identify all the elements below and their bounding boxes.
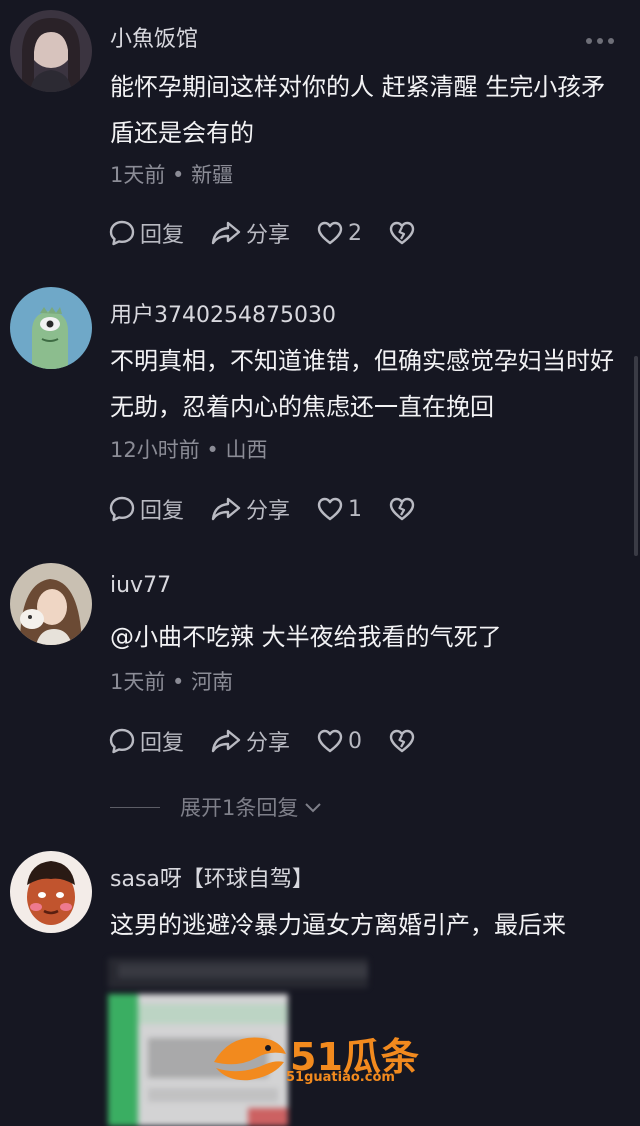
reply-label: 回复 bbox=[140, 223, 185, 248]
avatar[interactable] bbox=[10, 851, 92, 933]
comment-meta: 1天前 • 河南 bbox=[110, 670, 234, 694]
share-button[interactable]: 分享 bbox=[210, 725, 290, 757]
comment-text: 能怀孕期间这样对你的人 赶紧清醒 生完小孩矛盾还是会有的 bbox=[110, 73, 606, 147]
reply-button[interactable]: 回复 bbox=[108, 217, 184, 249]
divider bbox=[110, 806, 160, 808]
scrollbar[interactable] bbox=[634, 356, 638, 556]
avatar[interactable] bbox=[10, 287, 92, 369]
broken-heart-icon bbox=[389, 221, 415, 245]
comment-username[interactable]: iuv77 bbox=[110, 573, 171, 598]
comment-bubble-icon bbox=[109, 220, 135, 246]
comment-text: 这男的逃避冷暴力逼女方离婚引产，最后来 bbox=[110, 911, 566, 939]
expand-replies-label: 展开1条回复 bbox=[180, 796, 299, 820]
broken-heart-icon bbox=[389, 497, 415, 521]
comment-text: @小曲不吃辣 大半夜给我看的气死了 bbox=[110, 623, 502, 651]
share-label: 分享 bbox=[246, 499, 291, 524]
like-button[interactable]: 1 bbox=[316, 495, 362, 523]
like-count: 1 bbox=[348, 496, 363, 522]
comment-meta: 12小时前 • 山西 bbox=[110, 438, 268, 462]
like-count: 2 bbox=[348, 220, 363, 246]
comment-text: 不明真相，不知道谁错，但确实感觉孕妇当时好无助，忍着内心的焦虑还一直在挽回 bbox=[110, 347, 614, 421]
comment-username[interactable]: 用户3740254875030 bbox=[110, 297, 336, 329]
share-label: 分享 bbox=[246, 731, 291, 756]
chevron-down-icon bbox=[305, 803, 322, 813]
share-button[interactable]: 分享 bbox=[210, 493, 290, 525]
reply-label: 回复 bbox=[140, 731, 185, 756]
avatar[interactable] bbox=[10, 563, 92, 645]
heart-icon bbox=[317, 221, 343, 245]
fish-logo-icon bbox=[214, 1037, 286, 1081]
comment-actions: 回复 分享 0 bbox=[108, 724, 442, 758]
reply-button[interactable]: 回复 bbox=[108, 725, 184, 757]
share-button[interactable]: 分享 bbox=[210, 217, 290, 249]
watermark-logo: 51瓜条 51guatiao.com bbox=[210, 1024, 440, 1088]
comment-bubble-icon bbox=[109, 496, 135, 522]
like-button[interactable]: 0 bbox=[316, 727, 362, 755]
expand-replies-button[interactable]: 展开1条回复 bbox=[110, 792, 324, 822]
heart-icon bbox=[317, 497, 343, 521]
comment-actions: 回复 分享 1 bbox=[108, 492, 442, 526]
comment-meta: 1天前 • 新疆 bbox=[110, 163, 234, 187]
share-arrow-icon bbox=[211, 221, 241, 245]
dislike-button[interactable] bbox=[388, 219, 416, 247]
more-options-icon[interactable] bbox=[586, 38, 614, 44]
comment-username[interactable]: 小魚饭馆 bbox=[110, 21, 198, 53]
avatar[interactable] bbox=[10, 10, 92, 92]
comment-actions: 回复 分享 2 bbox=[108, 216, 442, 250]
like-count: 0 bbox=[348, 728, 363, 754]
dislike-button[interactable] bbox=[388, 495, 416, 523]
share-arrow-icon bbox=[211, 497, 241, 521]
share-label: 分享 bbox=[246, 223, 291, 248]
comment-username[interactable]: sasa呀【环球自驾】 bbox=[110, 861, 314, 893]
dislike-button[interactable] bbox=[388, 727, 416, 755]
comment-bubble-icon bbox=[109, 728, 135, 754]
like-button[interactable]: 2 bbox=[316, 219, 362, 247]
share-arrow-icon bbox=[211, 729, 241, 753]
heart-icon bbox=[317, 729, 343, 753]
reply-button[interactable]: 回复 bbox=[108, 493, 184, 525]
watermark-url: 51guatiao.com bbox=[286, 1070, 395, 1085]
reply-label: 回复 bbox=[140, 499, 185, 524]
broken-heart-icon bbox=[389, 729, 415, 753]
